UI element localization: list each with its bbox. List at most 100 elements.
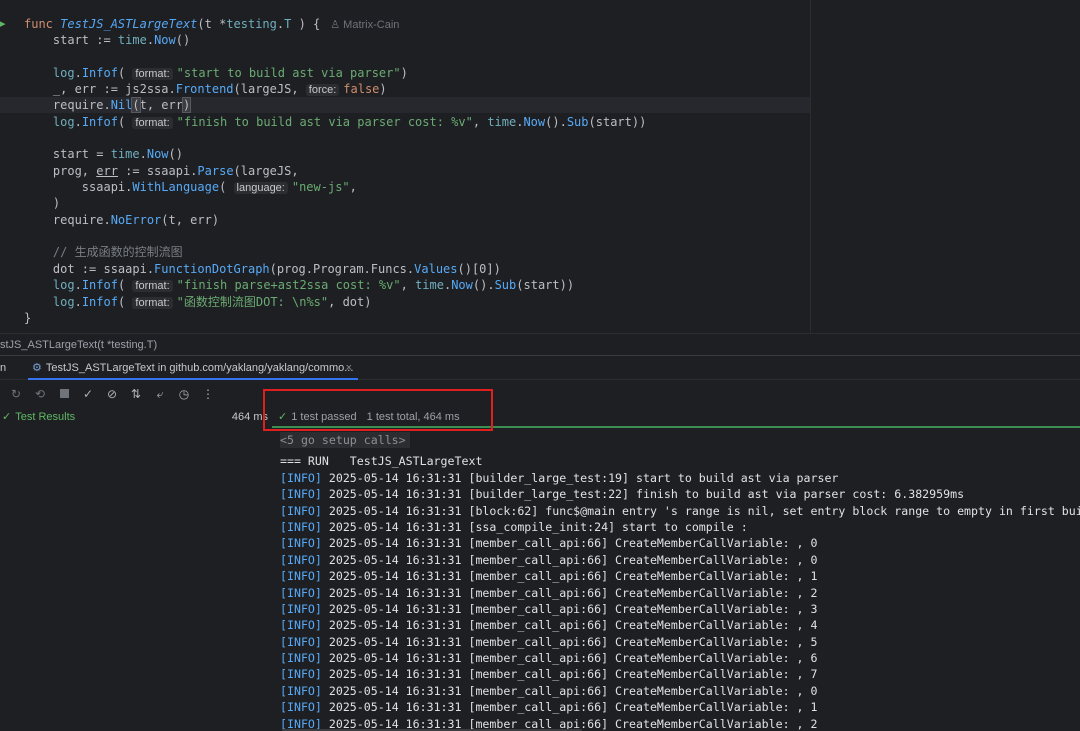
code-line[interactable]: _, err := js2ssa.Frontend(largeJS, force… — [24, 81, 387, 97]
code-line[interactable]: log.Infof( format: "start to build ast vi… — [24, 65, 408, 81]
tab-label: TestJS_ASTLargeText in github.com/yaklan… — [45, 362, 354, 374]
tab-run-configuration[interactable]: ⚙ TestJS_ASTLargeText in github.com/yakla… — [28, 356, 358, 380]
code-token: ( — [131, 97, 141, 113]
code-line[interactable]: log.Infof( format: "finish to build ast v… — [24, 114, 646, 130]
code-line[interactable]: log.Infof( format: "finish parse+ast2ssa … — [24, 277, 574, 293]
code-token: ) — [400, 66, 408, 80]
code-token: . — [139, 147, 147, 161]
code-line[interactable]: log.Infof( format: "函数控制流图DOT: \n%s", dot… — [24, 294, 371, 310]
test-console[interactable]: ✓ 1 test passed 1 test total, 464 ms <5 go… — [272, 406, 1080, 731]
code-token: . — [74, 295, 82, 309]
console-log-line: [INFO] 2025-05-14 16:31:31 [member_call_… — [280, 568, 1080, 584]
code-token: ) { — [291, 17, 321, 31]
code-line[interactable]: start := time.Now() — [24, 32, 190, 48]
console-log-line: [INFO] 2025-05-14 16:31:31 [member_call_… — [280, 650, 1080, 666]
code-token: Values — [414, 262, 458, 276]
log-text: 2025-05-14 16:31:31 [member_call_api:66]… — [321, 536, 818, 551]
log-text: 2025-05-14 16:31:31 [member_call_api:66]… — [321, 634, 818, 649]
code-token: FunctionDotGraph — [154, 262, 270, 276]
log-text: 2025-05-14 16:31:31 [builder_large_test:… — [321, 487, 965, 502]
log-level: [INFO] — [280, 536, 322, 551]
log-text: 2025-05-14 16:31:31 [member_call_api:66]… — [321, 569, 818, 584]
code-token: () — [175, 33, 191, 47]
code-token: "函数控制流图DOT: \n%s" — [176, 295, 329, 309]
log-level: [INFO] — [280, 700, 322, 715]
console-log-line: [INFO] 2025-05-14 16:31:31 [member_call_… — [280, 535, 1080, 551]
import-icon[interactable]: ⤶ — [152, 387, 168, 402]
console-log-line: [INFO] 2025-05-14 16:31:31 [member_call_… — [280, 634, 1080, 650]
console-log-line: [INFO] 2025-05-14 16:31:31 [member_call_… — [280, 601, 1080, 617]
code-token: require. — [24, 213, 111, 227]
breadcrumb[interactable]: stJS_ASTLargeText(t *testing.T) — [0, 333, 1080, 355]
code-token: (). — [545, 115, 567, 129]
code-token: time — [487, 115, 517, 129]
log-text: 2025-05-14 16:31:31 [member_call_api:66]… — [321, 618, 818, 633]
log-text: 2025-05-14 16:31:31 [member_call_api:66]… — [321, 667, 818, 682]
log-level: [INFO] — [280, 487, 322, 502]
more-icon[interactable]: ⋮ — [200, 387, 216, 401]
code-line[interactable]: prog, err := ssaapi.Parse(largeJS, — [24, 163, 299, 179]
code-editor[interactable]: ▸ func TestJS_ASTLargeText(t *testing.T … — [0, 0, 1080, 333]
code-line[interactable]: func TestJS_ASTLargeText(t *testing.T ) … — [24, 16, 399, 32]
console-log-line: [INFO] 2025-05-14 16:31:31 [member_call_… — [280, 683, 1080, 699]
code-token: , — [400, 278, 416, 292]
rerun-failed-icon[interactable]: ↻ — [8, 387, 24, 401]
log-text: 2025-05-14 16:31:31 [builder_large_test:… — [321, 470, 839, 485]
log-level: [INFO] — [280, 552, 322, 567]
breadcrumb-function[interactable]: stJS_ASTLargeText(t *testing.T) — [0, 339, 157, 351]
code-token: log — [52, 278, 75, 292]
go-setup-calls-fold[interactable]: <5 go setup calls> — [280, 432, 410, 449]
code-line[interactable]: ssaapi.WithLanguage( language: "new-js", — [24, 179, 357, 195]
log-level: [INFO] — [280, 683, 322, 698]
parameter-hint: format: — [132, 280, 173, 292]
code-token: t, err — [139, 98, 183, 112]
code-token: prog, — [24, 164, 97, 178]
code-token: NoError — [110, 213, 162, 227]
code-token: ( — [117, 295, 133, 309]
code-token: err — [96, 164, 118, 178]
code-line[interactable]: ) — [24, 195, 60, 211]
code-token: (t * — [197, 17, 227, 31]
code-line[interactable]: } — [24, 310, 31, 326]
log-text: 2025-05-14 16:31:31 [member_call_api:66]… — [321, 700, 818, 715]
code-author-hint[interactable]: ♙ Matrix-Cain — [330, 19, 399, 31]
code-line[interactable]: start = time.Now() — [24, 146, 183, 162]
code-token: Now — [451, 278, 473, 292]
code-token: func — [24, 17, 61, 31]
code-token: Now — [146, 147, 169, 161]
test-results-root[interactable]: ✓ Test Results 464 ms — [0, 408, 272, 426]
code-token: (start)) — [516, 278, 575, 292]
stop-icon[interactable] — [56, 387, 72, 401]
code-token: ) — [379, 82, 387, 96]
passed-check-icon: ✓ — [2, 411, 12, 423]
code-token: Infof — [81, 115, 118, 129]
close-tab-icon[interactable]: × — [346, 356, 352, 378]
log-level: [INFO] — [280, 634, 322, 649]
run-test-gutter-icon[interactable]: ▸ — [0, 17, 8, 30]
log-text: 2025-05-14 16:31:31 [member_call_api:66]… — [321, 601, 818, 616]
code-line[interactable]: require.NoError(t, err) — [24, 212, 219, 228]
code-token: () — [168, 147, 183, 161]
code-token: , — [349, 180, 357, 194]
history-icon[interactable]: ◷ — [176, 387, 192, 401]
code-token: Infof — [81, 66, 118, 80]
code-token: ) — [24, 196, 61, 210]
show-ignored-icon[interactable]: ⊘ — [104, 387, 120, 401]
code-line[interactable]: // 生成函数的控制流图 — [24, 244, 183, 260]
rerun-icon[interactable]: ⟲ — [32, 387, 48, 401]
show-passed-icon[interactable]: ✓ — [80, 387, 96, 401]
code-token: dot := ssaapi. — [24, 262, 155, 276]
console-run-line: === RUN TestJS_ASTLargeText — [280, 454, 483, 469]
console-log-line: [INFO] 2025-05-14 16:31:31 [ssa_compile_… — [280, 519, 1080, 535]
console-log-line: [INFO] 2025-05-14 16:31:31 [builder_larg… — [280, 470, 1080, 486]
run-toolbar: ↻ ⟲ ✓ ⊘ ⇅ ⤶ ◷ ⋮ — [0, 382, 272, 406]
sort-icon[interactable]: ⇅ — [128, 387, 144, 401]
log-level: [INFO] — [280, 519, 322, 534]
parameter-hint: format: — [132, 297, 173, 309]
code-line[interactable]: dot := ssaapi.FunctionDotGraph(prog.Prog… — [24, 261, 501, 277]
code-token: "start to build ast via parser" — [176, 66, 401, 80]
code-line[interactable]: require.Nil(t, err) — [0, 97, 810, 113]
console-log-line: [INFO] 2025-05-14 16:31:31 [member_call_… — [280, 699, 1080, 715]
